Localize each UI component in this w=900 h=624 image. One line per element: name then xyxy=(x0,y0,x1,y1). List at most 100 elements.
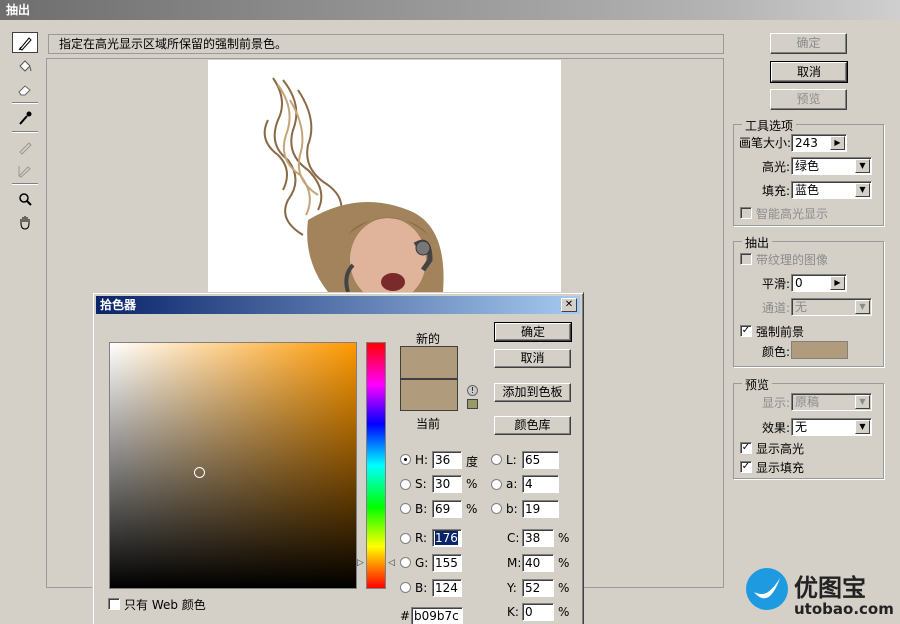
lab-b-input[interactable]: 19 xyxy=(522,500,559,518)
l-input[interactable]: 65 xyxy=(522,451,559,469)
brush-size-value: 243 xyxy=(795,136,818,150)
y-value: 52 xyxy=(525,581,541,595)
fill-tool[interactable] xyxy=(12,55,38,76)
m-value: 40 xyxy=(525,556,541,570)
c-input[interactable]: 38 xyxy=(522,529,554,547)
web-colors-only-label: 只有 Web 颜色 xyxy=(124,598,206,612)
highlight-label: 高光: xyxy=(762,160,791,174)
show-fill-checkbox[interactable]: ✓ xyxy=(740,461,752,473)
color-libraries-button[interactable]: 颜色库 xyxy=(494,416,571,435)
g-input[interactable]: 155 xyxy=(432,554,462,572)
web-colors-only-checkbox[interactable] xyxy=(108,598,120,610)
effect-label: 效果: xyxy=(762,421,791,435)
m-label: M: xyxy=(507,556,522,570)
fill-select[interactable]: 蓝色 ▼ xyxy=(791,181,872,199)
s-unit: % xyxy=(466,477,478,491)
brush-size-input[interactable]: 243 ▶ xyxy=(791,134,847,152)
edge-highlighter-icon xyxy=(18,36,32,51)
chevron-down-icon[interactable]: ▼ xyxy=(855,420,870,434)
show-label: 显示: xyxy=(762,396,791,410)
picker-ok-button[interactable]: 确定 xyxy=(494,322,572,342)
color-cursor[interactable] xyxy=(194,467,205,478)
a-radio[interactable] xyxy=(491,479,502,490)
hand-icon xyxy=(20,215,30,230)
smooth-input[interactable]: 0 ▶ xyxy=(791,274,847,292)
channel-select[interactable]: 无 ▼ xyxy=(791,298,872,316)
force-foreground-checkbox[interactable]: ✓ xyxy=(740,325,752,337)
chevron-down-icon[interactable]: ▼ xyxy=(855,300,870,314)
hue-slider[interactable] xyxy=(366,342,386,589)
extraction-legend: 抽出 xyxy=(742,234,773,251)
show-select[interactable]: 原稿 ▼ xyxy=(791,393,872,411)
edge-touchup-tool[interactable] xyxy=(12,159,38,180)
close-icon[interactable]: ✕ xyxy=(561,298,577,312)
chevron-down-icon[interactable]: ▼ xyxy=(855,395,870,409)
h-input[interactable]: 36 xyxy=(432,451,462,469)
b-value: 69 xyxy=(435,502,451,516)
lab-b-radio[interactable] xyxy=(491,503,502,514)
l-radio[interactable] xyxy=(491,454,502,465)
b-radio[interactable] xyxy=(400,503,411,514)
toolbar-divider xyxy=(12,183,38,185)
highlight-value: 绿色 xyxy=(795,159,820,173)
channel-value: 无 xyxy=(795,300,808,314)
cancel-button[interactable]: 取消 xyxy=(770,61,848,83)
web-safe-color-icon[interactable] xyxy=(467,399,478,409)
chevron-down-icon[interactable]: ▼ xyxy=(855,183,870,197)
k-input[interactable]: 0 xyxy=(522,603,554,621)
watermark: 优图宝 utobao.com xyxy=(740,566,900,624)
fill-value: 蓝色 xyxy=(795,183,820,197)
g-radio[interactable] xyxy=(400,557,411,568)
ok-button[interactable]: 确定 xyxy=(770,33,847,54)
current-color-swatch[interactable] xyxy=(400,379,458,411)
hex-value: b09b7c xyxy=(414,609,459,623)
y-label: Y: xyxy=(507,581,517,595)
r-input[interactable]: 176 xyxy=(432,529,462,547)
show-highlight-checkbox[interactable]: ✓ xyxy=(740,442,752,454)
current-color-label: 当前 xyxy=(416,417,441,431)
smart-highlight-checkbox[interactable] xyxy=(740,207,752,219)
m-input[interactable]: 40 xyxy=(522,554,554,572)
tool-options-legend: 工具选项 xyxy=(742,117,797,134)
b-label: B: xyxy=(415,502,428,516)
smooth-label: 平滑: xyxy=(762,277,791,291)
blue-radio[interactable] xyxy=(400,582,411,593)
hex-input[interactable]: b09b7c xyxy=(411,607,463,624)
s-input[interactable]: 30 xyxy=(432,475,462,493)
hue-slider-left-arrow-icon[interactable]: ▷ xyxy=(357,558,364,568)
eraser-tool[interactable] xyxy=(12,78,38,99)
gamut-warning-icon[interactable]: ! xyxy=(467,385,478,396)
smooth-arrow-icon[interactable]: ▶ xyxy=(830,276,845,290)
y-input[interactable]: 52 xyxy=(522,579,554,597)
preview-button[interactable]: 预览 xyxy=(770,89,847,110)
hand-tool[interactable] xyxy=(12,211,38,232)
highlight-select[interactable]: 绿色 ▼ xyxy=(791,157,872,175)
b-input[interactable]: 69 xyxy=(432,500,462,518)
edge-highlighter-tool[interactable] xyxy=(12,32,38,53)
zoom-icon xyxy=(19,192,32,206)
bird-logo-icon xyxy=(746,568,788,610)
h-value: 36 xyxy=(435,453,451,467)
cleanup-tool[interactable] xyxy=(12,136,38,157)
a-input[interactable]: 4 xyxy=(522,475,559,493)
add-to-swatches-button[interactable]: 添加到色板 xyxy=(494,383,571,402)
effect-select[interactable]: 无 ▼ xyxy=(791,418,872,436)
r-radio[interactable] xyxy=(400,533,411,544)
s-radio[interactable] xyxy=(400,479,411,490)
saturation-brightness-field[interactable] xyxy=(109,342,357,589)
show-value: 原稿 xyxy=(795,395,820,409)
watermark-domain: utobao.com xyxy=(794,600,894,618)
textured-image-checkbox[interactable] xyxy=(740,253,752,265)
force-foreground-label: 强制前景 xyxy=(756,325,805,339)
brush-size-arrow-icon[interactable]: ▶ xyxy=(830,136,845,150)
h-radio[interactable] xyxy=(400,454,411,465)
color-label: 颜色: xyxy=(762,345,791,359)
hue-slider-right-arrow-icon[interactable]: ◁ xyxy=(388,558,395,568)
blue-input[interactable]: 124 xyxy=(432,579,462,597)
image-preview[interactable] xyxy=(208,60,561,292)
eyedropper-tool[interactable] xyxy=(12,107,38,128)
chevron-down-icon[interactable]: ▼ xyxy=(855,159,870,173)
picker-cancel-button[interactable]: 取消 xyxy=(494,349,571,368)
foreground-color-swatch[interactable] xyxy=(791,341,848,359)
zoom-tool[interactable] xyxy=(12,188,38,209)
